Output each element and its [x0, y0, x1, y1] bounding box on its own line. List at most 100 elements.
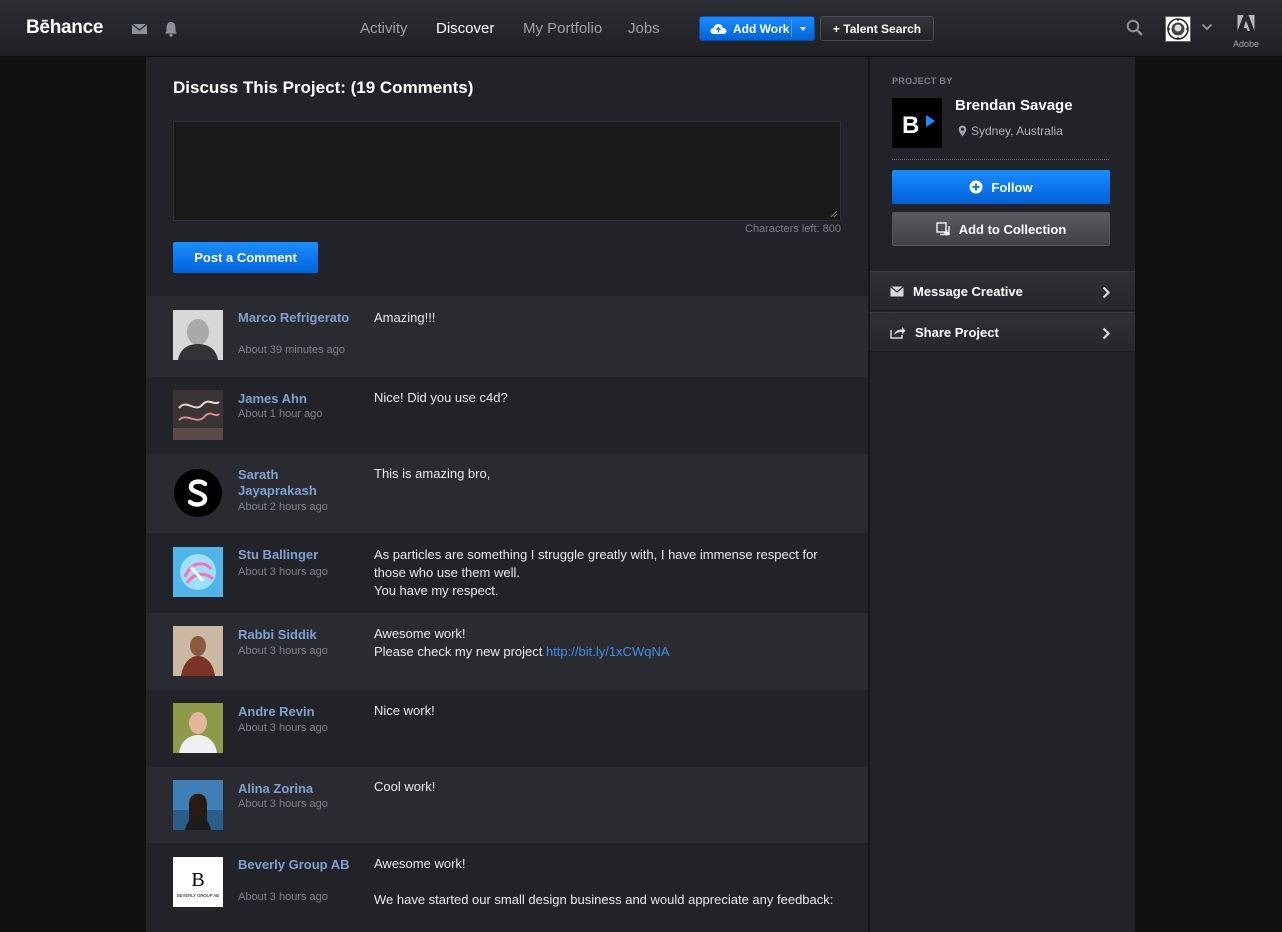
caret-down-icon[interactable] — [800, 27, 806, 31]
commenter-name[interactable]: Alina Zorina — [238, 781, 358, 797]
commenter-avatar[interactable] — [173, 780, 223, 830]
follow-button[interactable]: Follow — [892, 170, 1110, 204]
avatar-lettering-icon — [173, 390, 223, 440]
discussion-title: Discuss This Project: (19 Comments) — [173, 78, 474, 97]
owner-location: Sydney, Australia — [958, 124, 1063, 138]
add-work-label: Add Work — [733, 21, 790, 36]
owner-avatar[interactable]: B — [892, 98, 942, 148]
commenter-avatar[interactable] — [173, 547, 223, 597]
top-navigation-bar: Bēhance Activity Discover My Portfolio J… — [0, 0, 1282, 57]
commenter-avatar[interactable] — [173, 703, 223, 753]
owner-location-text: Sydney, Australia — [971, 124, 1063, 138]
chevron-down-icon[interactable] — [1201, 22, 1213, 32]
comment-item: James Ahn About 1 hour ago Nice! Did you… — [146, 377, 868, 454]
add-work-separator — [791, 20, 792, 37]
owner-logo-icon: B — [892, 98, 942, 148]
map-pin-icon — [958, 125, 967, 137]
comment-textarea[interactable] — [173, 121, 841, 221]
comment-time: About 3 hours ago — [238, 891, 328, 903]
comment-text-line: Awesome work! — [374, 856, 466, 871]
comment-time: About 2 hours ago — [238, 501, 328, 513]
comment-text: Awesome work! Please check my new projec… — [374, 625, 844, 661]
add-work-button[interactable]: Add Work — [699, 16, 815, 41]
commenter-name[interactable]: Stu Ballinger — [238, 547, 358, 563]
behance-logo[interactable]: Bēhance — [26, 17, 103, 39]
comment-text-line: We have started our small design busines… — [374, 892, 834, 907]
owner-name[interactable]: Brendan Savage — [955, 97, 1073, 114]
characters-left-counter: Characters left: 800 — [745, 223, 841, 235]
project-by-label: PROJECT BY — [892, 76, 953, 86]
comment-item: Stu Ballinger About 3 hours ago As parti… — [146, 533, 868, 613]
mail-icon[interactable] — [131, 20, 149, 38]
talent-search-button[interactable]: + Talent Search — [820, 16, 934, 41]
nav-jobs[interactable]: Jobs — [628, 20, 660, 37]
post-comment-button[interactable]: Post a Comment — [173, 242, 318, 273]
comment-time: About 3 hours ago — [238, 566, 328, 578]
avatar-swirl-icon — [173, 547, 223, 597]
comment-time: About 3 hours ago — [238, 798, 328, 810]
plus-circle-icon — [969, 180, 983, 194]
comment-time: About 3 hours ago — [238, 722, 328, 734]
svg-text:B: B — [191, 869, 204, 891]
commenter-name[interactable]: Andre Revin — [238, 704, 358, 720]
commenter-avatar[interactable] — [173, 468, 223, 518]
avatar-portrait-icon — [173, 780, 223, 830]
comment-link[interactable]: http://bit.ly/1xCWqNA — [546, 644, 670, 659]
comment-item: Sarath Jayaprakash About 2 hours ago Thi… — [146, 454, 868, 533]
sidebar-divider — [892, 159, 1109, 160]
svg-text:B: B — [902, 112, 919, 139]
comment-text: Amazing!!! — [374, 310, 436, 325]
search-icon[interactable] — [1126, 19, 1144, 37]
commenter-name[interactable]: Sarath Jayaprakash — [238, 467, 358, 499]
comment-text-line: As particles are something I struggle gr… — [374, 547, 818, 580]
comment-text-line: Awesome work! — [374, 626, 466, 641]
nav-activity[interactable]: Activity — [360, 20, 408, 37]
comment-time: About 39 minutes ago — [238, 344, 346, 356]
nav-my-portfolio[interactable]: My Portfolio — [523, 20, 602, 37]
comment-item: B BEVERLY GROUP AB Beverly Group AB Abou… — [146, 843, 868, 932]
comment-text: Cool work! — [374, 779, 436, 794]
comment-text: As particles are something I struggle gr… — [374, 546, 844, 600]
add-to-collection-button[interactable]: Add to Collection — [892, 212, 1110, 246]
share-icon — [890, 326, 906, 339]
comment-text: Nice! Did you use c4d? — [374, 390, 508, 405]
commenter-name[interactable]: Beverly Group AB — [238, 857, 358, 873]
commenter-name[interactable]: James Ahn — [238, 391, 358, 407]
commenter-avatar[interactable] — [173, 390, 223, 440]
add-to-collection-label: Add to Collection — [958, 221, 1067, 237]
comment-text-line: You have my respect. — [374, 583, 499, 598]
comment-text: This is amazing bro, — [374, 466, 491, 481]
commenter-name[interactable]: Rabbi Siddik — [238, 627, 358, 643]
commenter-avatar[interactable] — [173, 626, 223, 676]
comment-item: Andre Revin About 3 hours ago Nice work! — [146, 690, 868, 767]
chevron-right-icon — [1102, 286, 1111, 299]
message-creative-label: Message Creative — [913, 283, 1023, 299]
adobe-link[interactable]: Adobe — [1231, 14, 1261, 49]
nav-discover[interactable]: Discover — [436, 20, 494, 37]
comment-text: Nice work! — [374, 703, 435, 718]
envelope-icon — [890, 285, 904, 296]
bell-icon[interactable] — [162, 20, 180, 38]
user-avatar[interactable] — [1165, 16, 1191, 42]
avatar-portrait-icon — [173, 703, 223, 753]
resize-grip-icon[interactable] — [830, 210, 838, 218]
comment-time: About 1 hour ago — [238, 408, 323, 420]
comment-text: Awesome work! We have started our small … — [374, 855, 844, 909]
comment-item: Alina Zorina About 3 hours ago Cool work… — [146, 767, 868, 843]
avatar-s-logo-icon — [173, 468, 223, 518]
comment-text-line: Please check my new project — [374, 644, 546, 659]
comment-item: Rabbi Siddik About 3 hours ago Awesome w… — [146, 613, 868, 690]
cloud-upload-icon — [710, 23, 727, 34]
avatar-portrait-icon — [173, 310, 223, 360]
commenter-avatar[interactable] — [173, 310, 223, 360]
svg-text:BEVERLY GROUP AB: BEVERLY GROUP AB — [177, 893, 219, 898]
follow-label: Follow — [991, 179, 1033, 195]
adobe-label: Adobe — [1232, 39, 1260, 49]
collection-icon — [936, 222, 950, 236]
share-project-row[interactable]: Share Project — [870, 312, 1135, 352]
share-project-label: Share Project — [915, 324, 999, 340]
comment-time: About 3 hours ago — [238, 645, 328, 657]
message-creative-row[interactable]: Message Creative — [870, 271, 1135, 311]
commenter-avatar[interactable]: B BEVERLY GROUP AB — [173, 857, 223, 907]
commenter-name[interactable]: Marco Refrigerato — [238, 310, 358, 326]
